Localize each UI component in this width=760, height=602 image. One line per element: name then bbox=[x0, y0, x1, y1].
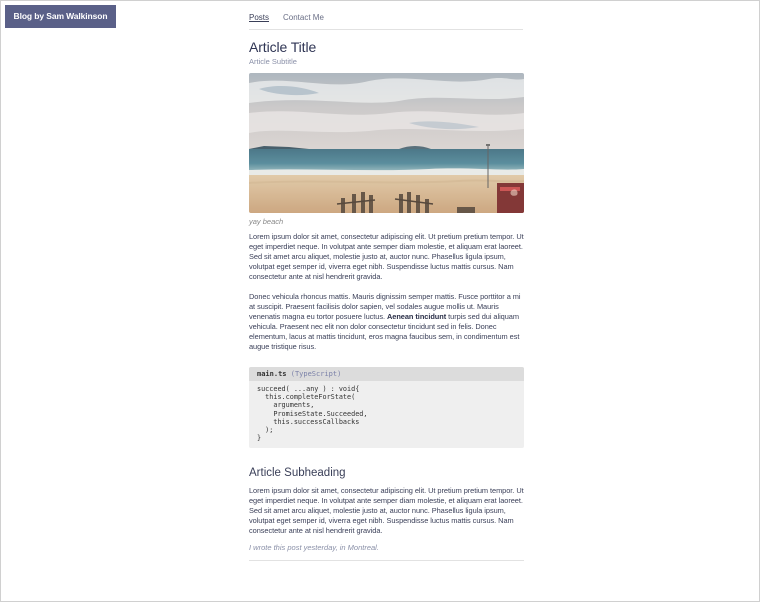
footer-divider bbox=[249, 560, 524, 562]
page-frame: Blog by Sam Walkinson Posts Contact Me A… bbox=[0, 0, 760, 602]
image-caption: yay beach bbox=[249, 217, 284, 226]
bold-phrase: Aenean tincidunt bbox=[387, 312, 447, 321]
article-paragraph-2: Donec vehicula rhoncus mattis. Mauris di… bbox=[249, 292, 521, 351]
code-block: main.ts (TypeScript) succeed( ...any ) :… bbox=[249, 367, 524, 449]
nav-item-contact-me[interactable]: Contact Me bbox=[283, 13, 324, 22]
top-nav: Posts Contact Me bbox=[249, 12, 523, 30]
article-subtitle: Article Subtitle bbox=[249, 57, 297, 66]
code-block-header: main.ts (TypeScript) bbox=[249, 367, 524, 381]
code-language: (TypeScript) bbox=[290, 370, 342, 378]
article-subheading: Article Subheading bbox=[249, 467, 346, 480]
article-paragraph-3: Lorem ipsum dolor sit amet, consectetur … bbox=[249, 486, 524, 536]
article-paragraph-1: Lorem ipsum dolor sit amet, consectetur … bbox=[249, 232, 524, 281]
beach-photo bbox=[249, 73, 524, 213]
article: Article Title Article Subtitle yay beach… bbox=[249, 39, 524, 562]
code-filename: main.ts bbox=[257, 370, 287, 378]
post-signoff: I wrote this post yesterday, in Montreal… bbox=[249, 543, 379, 553]
blog-brand-link[interactable]: Blog by Sam Walkinson bbox=[5, 5, 116, 28]
article-title: Article Title bbox=[249, 39, 317, 55]
code-content: succeed( ...any ) : void{ this.completeF… bbox=[257, 385, 368, 443]
nav-item-posts[interactable]: Posts bbox=[249, 13, 269, 22]
